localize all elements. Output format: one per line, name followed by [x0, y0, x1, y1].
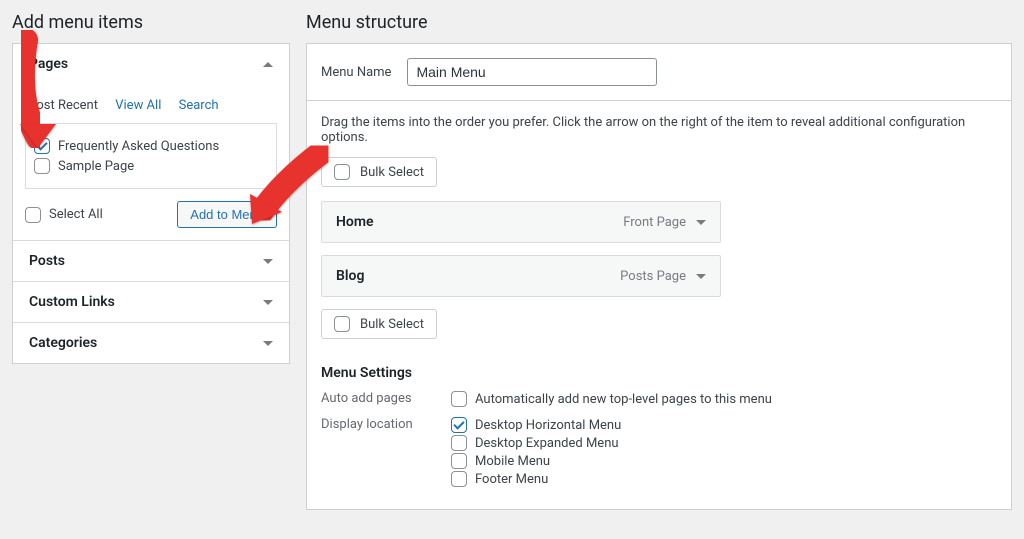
menu-name-label: Menu Name	[321, 65, 391, 80]
add-menu-items-heading: Add menu items	[12, 12, 290, 33]
tab-view-all[interactable]: View All	[115, 98, 161, 113]
bulk-select-checkbox[interactable]	[334, 316, 350, 332]
menu-item-type: Front Page	[623, 215, 686, 230]
loc-desktop-expanded-checkbox[interactable]	[451, 435, 467, 451]
select-all-label: Select All	[49, 207, 103, 222]
loc-footer-checkbox[interactable]	[451, 471, 467, 487]
menu-structure-heading: Menu structure	[306, 12, 1012, 33]
accordion: Pages Most Recent View All Search Freque…	[12, 43, 290, 364]
auto-add-pages-text: Automatically add new top-level pages to…	[475, 392, 772, 407]
accordion-title: Posts	[29, 253, 65, 269]
auto-add-pages-label: Auto add pages	[321, 389, 451, 409]
display-location-label: Display location	[321, 415, 451, 489]
select-all-checkbox[interactable]	[25, 207, 41, 223]
bulk-select-label: Bulk Select	[360, 165, 424, 180]
menu-item-home[interactable]: Home Front Page	[321, 201, 721, 243]
chevron-down-icon[interactable]	[696, 220, 706, 225]
menu-settings-heading: Menu Settings	[321, 365, 997, 381]
tab-most-recent[interactable]: Most Recent	[25, 98, 98, 113]
chevron-down-icon	[263, 300, 273, 305]
chevron-down-icon	[263, 259, 273, 264]
menu-item-title: Blog	[336, 268, 364, 284]
loc-desktop-horizontal-checkbox[interactable]	[451, 417, 467, 433]
menu-name-input[interactable]	[407, 58, 657, 86]
bulk-select-top[interactable]: Bulk Select	[321, 157, 437, 187]
chevron-up-icon	[263, 62, 273, 67]
location-label: Desktop Horizontal Menu	[475, 418, 621, 433]
chevron-down-icon	[263, 341, 273, 346]
page-faq-checkbox[interactable]	[34, 138, 50, 154]
accordion-pages-header[interactable]: Pages	[13, 44, 289, 84]
location-label: Desktop Expanded Menu	[475, 436, 619, 451]
location-label: Mobile Menu	[475, 454, 550, 469]
menu-item-title: Home	[336, 214, 374, 230]
bulk-select-checkbox[interactable]	[334, 164, 350, 180]
accordion-title: Custom Links	[29, 294, 115, 310]
tab-search[interactable]: Search	[179, 98, 219, 113]
page-label: Sample Page	[58, 159, 134, 174]
menu-item-blog[interactable]: Blog Posts Page	[321, 255, 721, 297]
menu-item-type: Posts Page	[620, 269, 686, 284]
instruction-text: Drag the items into the order you prefer…	[321, 115, 997, 145]
add-to-menu-button[interactable]: Add to Menu	[177, 201, 277, 228]
accordion-title: Categories	[29, 335, 97, 351]
location-label: Footer Menu	[475, 472, 548, 487]
accordion-categories-header[interactable]: Categories	[13, 323, 289, 363]
loc-mobile-checkbox[interactable]	[451, 453, 467, 469]
accordion-posts-header[interactable]: Posts	[13, 241, 289, 281]
chevron-down-icon[interactable]	[696, 274, 706, 279]
bulk-select-bottom[interactable]: Bulk Select	[321, 309, 437, 339]
bulk-select-label: Bulk Select	[360, 317, 424, 332]
page-sample-checkbox[interactable]	[34, 158, 50, 174]
accordion-title: Pages	[29, 56, 68, 72]
accordion-custom-links-header[interactable]: Custom Links	[13, 282, 289, 322]
auto-add-pages-checkbox[interactable]	[451, 391, 467, 407]
page-label: Frequently Asked Questions	[58, 139, 219, 154]
